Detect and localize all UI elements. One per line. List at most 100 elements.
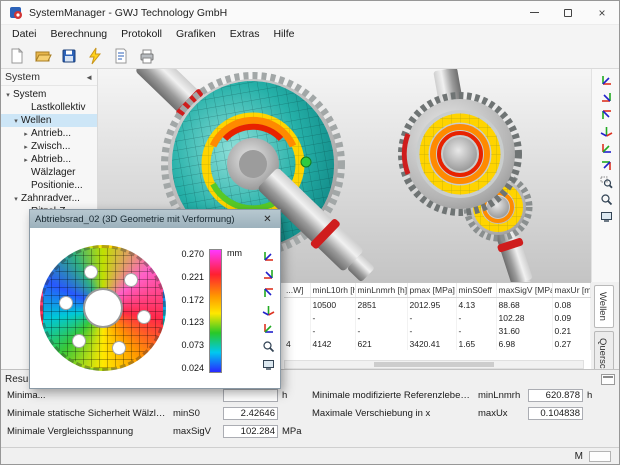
tree-item-label: System bbox=[13, 89, 46, 100]
gear-bore-hole bbox=[59, 296, 73, 310]
expand-arrow-icon[interactable] bbox=[3, 91, 13, 99]
legend-value: 0.123 bbox=[181, 317, 204, 327]
menu-protokoll[interactable]: Protokoll bbox=[114, 28, 169, 40]
minimize-button[interactable] bbox=[517, 1, 551, 24]
view-orientation-button[interactable] bbox=[260, 266, 277, 282]
floating-result-window[interactable]: Abtriebsrad_02 (3D Geometrie mit Verform… bbox=[29, 209, 281, 389]
save-button[interactable] bbox=[57, 45, 81, 67]
lightning-icon bbox=[86, 47, 104, 65]
expand-arrow-icon[interactable] bbox=[21, 156, 31, 164]
table-row[interactable]: 4 4142 621 3420.41 1.65 6.98 0.27 bbox=[284, 337, 590, 350]
title-bar: SystemManager - GWJ Technology GmbH × bbox=[1, 1, 619, 25]
save-icon bbox=[60, 47, 78, 65]
print-button[interactable] bbox=[135, 45, 159, 67]
tree-item-antrieb[interactable]: Antrieb... bbox=[1, 127, 97, 140]
table-cell bbox=[284, 311, 310, 324]
menu-hilfe[interactable]: Hilfe bbox=[266, 28, 301, 40]
close-button[interactable]: × bbox=[585, 1, 619, 24]
view-orientation-button[interactable] bbox=[598, 140, 615, 156]
view-orientation-button[interactable] bbox=[260, 284, 277, 300]
window-title: SystemManager - GWJ Technology GmbH bbox=[29, 7, 227, 19]
result-code: minS0 bbox=[173, 408, 219, 419]
expand-arrow-icon[interactable] bbox=[11, 117, 21, 125]
main-toolbar bbox=[1, 43, 619, 69]
menu-berechnung[interactable]: Berechnung bbox=[44, 28, 115, 40]
axis-triad-icon bbox=[262, 268, 275, 281]
tree-item-positionierung[interactable]: Positionie... bbox=[1, 179, 97, 192]
monitor-icon bbox=[262, 358, 275, 371]
results-panel-toggle-button[interactable] bbox=[601, 374, 615, 385]
table-horizontal-scrollbar[interactable] bbox=[284, 360, 584, 369]
table-cell: 0.09 bbox=[552, 311, 590, 324]
view-orientation-button[interactable] bbox=[598, 89, 615, 105]
tab-wellen[interactable]: Wellen bbox=[594, 285, 614, 328]
tree-item-abtrieb[interactable]: Abtrieb... bbox=[1, 153, 97, 166]
column-header[interactable]: minS0eff bbox=[456, 283, 496, 298]
tree-item-label: Lastkollektiv bbox=[31, 102, 85, 113]
tree-item-label: Abtrieb... bbox=[31, 154, 71, 165]
table-row[interactable]: - - - - 31.60 0.21 bbox=[284, 324, 590, 337]
table-cell: 4 bbox=[284, 337, 310, 350]
table-header-row: ...W] minL10rh [h] minLnmrh [h] pmax [MP… bbox=[284, 283, 590, 298]
open-button[interactable] bbox=[31, 45, 55, 67]
view-orientation-button[interactable] bbox=[598, 106, 615, 122]
column-header[interactable]: minL10rh [h] bbox=[310, 283, 355, 298]
view-orientation-button[interactable] bbox=[598, 72, 615, 88]
result-unit: h bbox=[587, 390, 609, 401]
expand-arrow-icon[interactable] bbox=[11, 195, 21, 203]
table-cell: 31.60 bbox=[496, 324, 552, 337]
tree-item-system[interactable]: System bbox=[1, 88, 97, 101]
table-cell: 2012.95 bbox=[407, 298, 456, 312]
menu-extras[interactable]: Extras bbox=[223, 28, 267, 40]
column-header[interactable]: maxUr [mm] bbox=[552, 283, 590, 298]
maximize-button[interactable] bbox=[551, 1, 585, 24]
monitor-icon bbox=[600, 210, 613, 223]
view-orientation-button[interactable] bbox=[260, 302, 277, 318]
floating-close-button[interactable]: ✕ bbox=[260, 214, 275, 225]
floating-window-titlebar[interactable]: Abtriebsrad_02 (3D Geometrie mit Verform… bbox=[30, 210, 280, 228]
tree-item-zwischen[interactable]: Zwisch... bbox=[1, 140, 97, 153]
panel-collapse-icon[interactable]: ◄ bbox=[85, 73, 93, 82]
report-button[interactable] bbox=[109, 45, 133, 67]
floating-tool-strip bbox=[260, 248, 277, 372]
legend-value: 0.270 bbox=[181, 249, 204, 259]
table-cell: 4.13 bbox=[456, 298, 496, 312]
tree-item-zahnradverbindung[interactable]: Zahnradver... bbox=[1, 192, 97, 205]
zoom-button[interactable] bbox=[260, 338, 277, 354]
expand-arrow-icon[interactable] bbox=[21, 143, 31, 151]
view-orientation-button[interactable] bbox=[598, 157, 615, 173]
table-row[interactable]: 10500 2851 2012.95 4.13 88.68 0.08 bbox=[284, 298, 590, 312]
column-header[interactable]: ...W] bbox=[284, 283, 310, 298]
menu-datei[interactable]: Datei bbox=[5, 28, 44, 40]
axis-triad-icon bbox=[600, 108, 613, 121]
tree-item-lastkollektiv[interactable]: Lastkollektiv bbox=[1, 101, 97, 114]
menu-grafiken[interactable]: Grafiken bbox=[169, 28, 223, 40]
gear-bore-hole bbox=[84, 265, 98, 279]
results-column-right: Minimale modifizierte Referenzlebensdaue… bbox=[310, 386, 615, 439]
column-header[interactable]: pmax [MPa] bbox=[407, 283, 456, 298]
new-file-icon bbox=[8, 47, 26, 65]
view-orientation-button[interactable] bbox=[598, 123, 615, 139]
app-icon bbox=[9, 6, 23, 20]
new-file-button[interactable] bbox=[5, 45, 29, 67]
column-header[interactable]: minLnmrh [h] bbox=[355, 283, 407, 298]
tree-item-waelzlager[interactable]: Wälzlager bbox=[1, 166, 97, 179]
view-orientation-button[interactable] bbox=[260, 320, 277, 336]
print-icon bbox=[138, 47, 156, 65]
zoom-window-button[interactable] bbox=[598, 174, 615, 190]
table-row[interactable]: - - - - 102.28 0.09 bbox=[284, 311, 590, 324]
axis-triad-icon bbox=[600, 142, 613, 155]
column-header[interactable]: maxSigV [MPa] bbox=[496, 283, 552, 298]
minimize-icon bbox=[530, 12, 539, 13]
zoom-button[interactable] bbox=[598, 191, 615, 207]
expand-arrow-icon[interactable] bbox=[21, 130, 31, 138]
calculate-button[interactable] bbox=[83, 45, 107, 67]
report-icon bbox=[112, 47, 130, 65]
deformation-gear-view[interactable] bbox=[40, 245, 166, 371]
view-orientation-button[interactable] bbox=[260, 248, 277, 264]
legend-value: 0.073 bbox=[181, 340, 204, 350]
scrollbar-thumb[interactable] bbox=[374, 362, 493, 367]
tree-item-wellen[interactable]: Wellen bbox=[1, 114, 97, 127]
fit-view-button[interactable] bbox=[598, 208, 615, 224]
fit-view-button[interactable] bbox=[260, 356, 277, 372]
